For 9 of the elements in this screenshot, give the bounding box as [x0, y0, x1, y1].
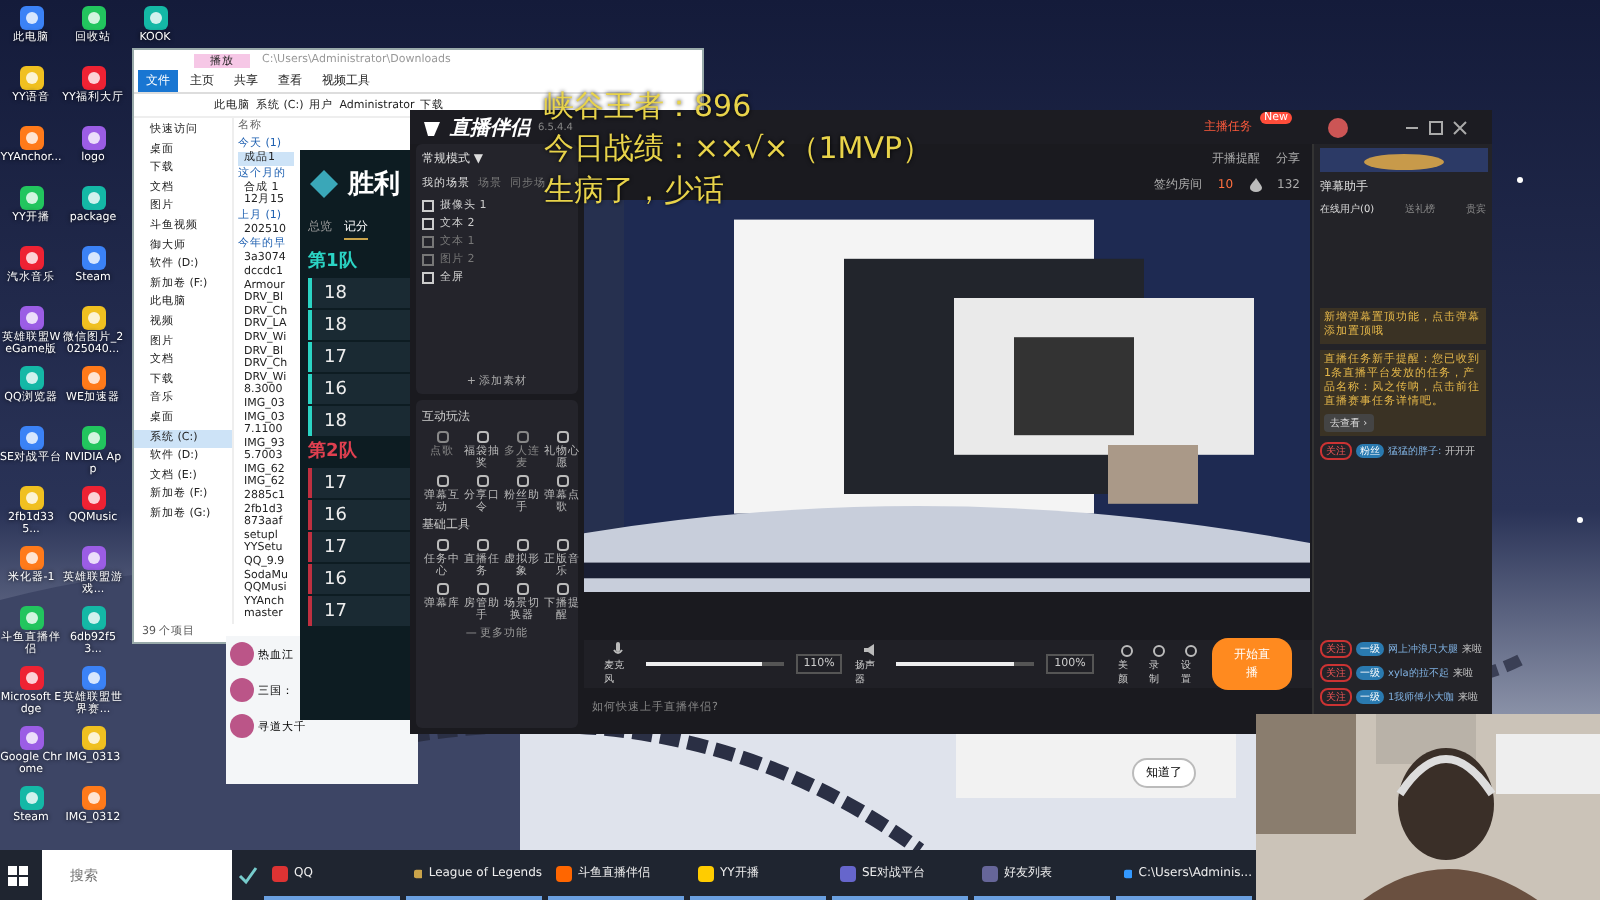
app-icon	[556, 865, 572, 881]
windows-icon	[6, 863, 30, 887]
app-icon	[414, 865, 423, 881]
app-icon	[1124, 865, 1133, 881]
app-icon	[982, 865, 998, 881]
app-icon	[272, 865, 288, 881]
app-icon	[698, 865, 714, 881]
check-icon	[238, 865, 258, 885]
app-icon	[840, 865, 856, 881]
